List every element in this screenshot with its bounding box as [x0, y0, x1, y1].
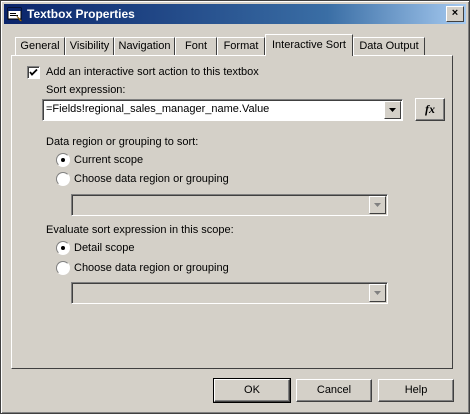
window-title: Textbox Properties [27, 7, 135, 21]
choose-data-region-label: Choose data region or grouping [74, 173, 229, 185]
choose-evaluate-region-radio[interactable] [56, 261, 70, 275]
function-icon: fx [425, 102, 435, 116]
choose-data-region-radio[interactable] [56, 172, 70, 186]
data-region-heading: Data region or grouping to sort: [46, 136, 199, 148]
detail-scope-label: Detail scope [74, 242, 135, 254]
textbox-properties-dialog: Textbox Properties × General Visibility … [0, 0, 470, 414]
current-scope-radio[interactable] [56, 153, 70, 167]
data-region-combo[interactable] [71, 194, 388, 216]
help-button[interactable]: Help [378, 379, 454, 402]
evaluate-scope-heading: Evaluate sort expression in this scope: [46, 224, 234, 236]
tab-interactive-sort[interactable]: Interactive Sort [265, 34, 353, 56]
chevron-down-icon[interactable] [369, 284, 386, 302]
ok-button[interactable]: OK [213, 378, 291, 403]
current-scope-label: Current scope [74, 154, 144, 166]
detail-scope-radio[interactable] [56, 241, 70, 255]
add-sort-checkbox[interactable] [27, 66, 40, 79]
add-sort-checkbox-label: Add an interactive sort action to this t… [46, 66, 259, 78]
tab-font[interactable]: Font [175, 37, 217, 55]
sort-expression-value: =Fields!regional_sales_manager_name.Valu… [46, 103, 270, 115]
checkmark-icon [29, 68, 38, 76]
chevron-down-icon[interactable] [384, 101, 401, 119]
tab-navigation[interactable]: Navigation [114, 37, 175, 55]
expression-builder-button[interactable]: fx [415, 98, 445, 121]
close-icon[interactable]: × [446, 6, 464, 22]
evaluate-region-combo[interactable] [71, 282, 388, 304]
sort-expression-label: Sort expression: [46, 84, 126, 96]
tab-general[interactable]: General [15, 37, 65, 55]
interactive-sort-panel: Add an interactive sort action to this t… [11, 55, 453, 369]
cancel-button[interactable]: Cancel [296, 379, 372, 402]
properties-window-icon [7, 6, 23, 22]
tab-format[interactable]: Format [217, 37, 265, 55]
tab-visibility[interactable]: Visibility [65, 37, 114, 55]
tab-data-output[interactable]: Data Output [353, 37, 425, 55]
choose-evaluate-region-label: Choose data region or grouping [74, 262, 229, 274]
sort-expression-combo[interactable]: =Fields!regional_sales_manager_name.Valu… [42, 99, 403, 121]
chevron-down-icon[interactable] [369, 196, 386, 214]
title-bar[interactable]: Textbox Properties × [4, 4, 466, 24]
